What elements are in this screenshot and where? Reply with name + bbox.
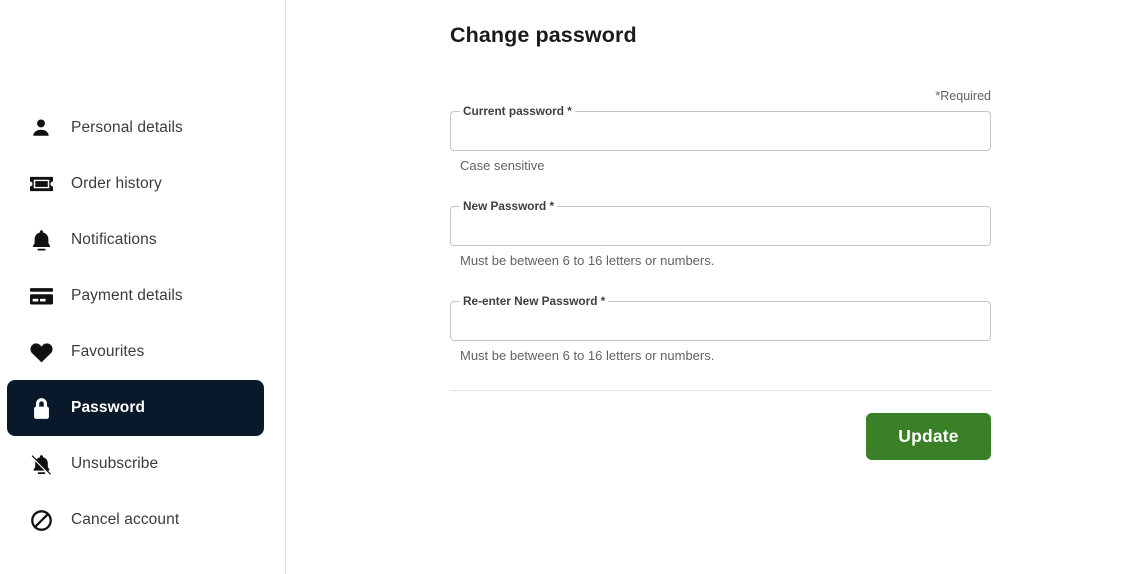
- sidebar-item-label: Payment details: [71, 287, 183, 305]
- required-note: *Required: [935, 89, 991, 103]
- sidebar-item-label: Order history: [71, 175, 162, 193]
- new-password-input[interactable]: [450, 206, 991, 246]
- sidebar-item-label: Unsubscribe: [71, 455, 159, 473]
- page-title: Change password: [450, 23, 637, 47]
- sidebar-item-personal-details[interactable]: Personal details: [7, 100, 264, 156]
- bell-icon: [28, 227, 54, 253]
- new-password-helper-text: Must be between 6 to 16 letters or numbe…: [460, 253, 715, 268]
- sidebar-item-notifications[interactable]: Notifications: [7, 212, 264, 268]
- current-password-field: Current password * Case sensitive: [450, 104, 991, 174]
- sidebar-item-label: Favourites: [71, 343, 145, 361]
- reenter-password-textfield[interactable]: Re-enter New Password *: [450, 294, 991, 341]
- sidebar-item-label: Personal details: [71, 119, 183, 137]
- reenter-password-helper-text: Must be between 6 to 16 letters or numbe…: [460, 348, 715, 363]
- sidebar-item-unsubscribe[interactable]: Unsubscribe: [7, 436, 264, 492]
- form-divider: [450, 390, 991, 391]
- person-icon: [28, 115, 54, 141]
- sidebar-item-order-history[interactable]: Order history: [7, 156, 264, 212]
- sidebar-nav: Personal details Order history Notificat…: [0, 0, 286, 574]
- current-password-input[interactable]: [450, 111, 991, 151]
- block-circle-icon: [28, 507, 54, 533]
- new-password-textfield[interactable]: New Password *: [450, 199, 991, 246]
- reenter-password-input[interactable]: [450, 301, 991, 341]
- credit-card-icon: [28, 283, 54, 309]
- sidebar-item-label: Password: [71, 399, 146, 417]
- sidebar-item-label: Notifications: [71, 231, 157, 249]
- sidebar-item-label: Cancel account: [71, 511, 180, 529]
- sidebar-item-favourites[interactable]: Favourites: [7, 324, 264, 380]
- bell-off-icon: [28, 451, 54, 477]
- new-password-field: New Password * Must be between 6 to 16 l…: [450, 199, 991, 269]
- form-actions: Update: [450, 413, 991, 460]
- current-password-helper-text: Case sensitive: [460, 158, 545, 173]
- main-content: Change password *Required Current passwo…: [286, 0, 1138, 574]
- update-button[interactable]: Update: [866, 413, 991, 460]
- reenter-password-field: Re-enter New Password * Must be between …: [450, 294, 991, 364]
- sidebar-item-payment-details[interactable]: Payment details: [7, 268, 264, 324]
- lock-icon: [28, 395, 54, 421]
- account-settings-page: Personal details Order history Notificat…: [0, 0, 1138, 574]
- sidebar-item-password[interactable]: Password: [7, 380, 264, 436]
- sidebar-item-cancel-account[interactable]: Cancel account: [7, 492, 264, 548]
- ticket-icon: [28, 171, 54, 197]
- change-password-form: *Required Current password * Case sensit…: [450, 88, 991, 460]
- current-password-textfield[interactable]: Current password *: [450, 104, 991, 151]
- heart-icon: [28, 339, 54, 365]
